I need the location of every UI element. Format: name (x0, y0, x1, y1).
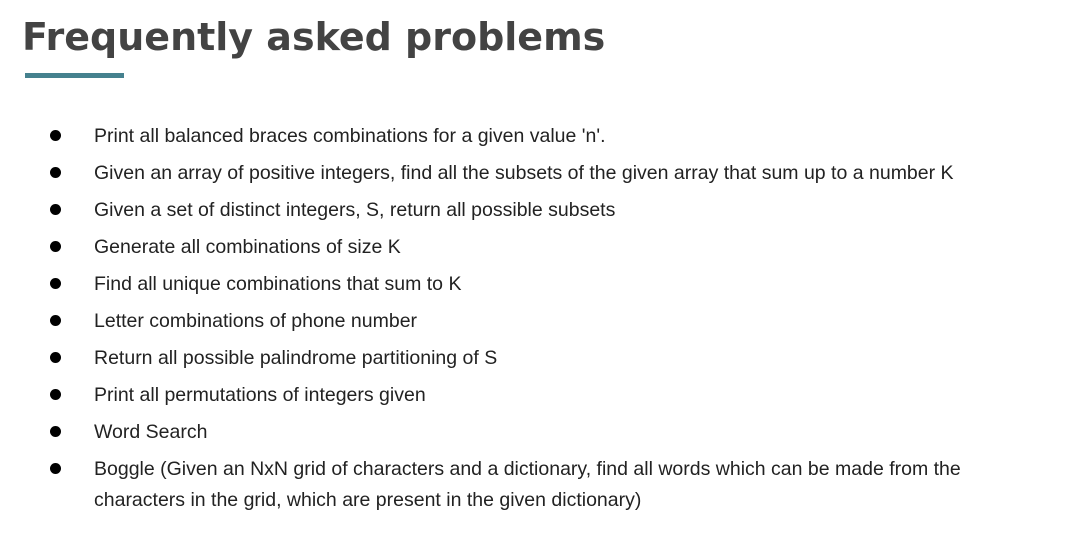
list-item: Given a set of distinct integers, S, ret… (0, 192, 1080, 229)
list-item: Word Search (0, 414, 1080, 451)
list-item: Find all unique combinations that sum to… (0, 266, 1080, 303)
problem-list: Print all balanced braces combinations f… (0, 118, 1080, 516)
list-item-text: Print all permutations of integers given (94, 384, 426, 406)
list-item-text: Letter combinations of phone number (94, 310, 418, 332)
bullet-icon (50, 278, 61, 289)
list-item-text: Word Search (94, 421, 208, 443)
bullet-icon (50, 389, 61, 400)
list-item: Given an array of positive integers, fin… (0, 155, 1080, 192)
list-item-text: Return all possible palindrome partition… (94, 347, 498, 369)
list-item: Boggle (Given an NxN grid of characters … (0, 451, 1080, 516)
bullet-icon (50, 204, 61, 215)
slide: Frequently asked problems Print all bala… (0, 0, 1080, 555)
list-item-text: Given a set of distinct integers, S, ret… (94, 199, 616, 221)
list-item: Return all possible palindrome partition… (0, 340, 1080, 377)
page-title: Frequently asked problems (22, 15, 606, 59)
bullet-icon (50, 167, 61, 178)
bullet-icon (50, 315, 61, 326)
list-item-text: Given an array of positive integers, fin… (94, 162, 954, 184)
bullet-icon (50, 463, 61, 474)
list-item: Letter combinations of phone number (0, 303, 1080, 340)
bullet-icon (50, 352, 61, 363)
list-item-text: Find all unique combinations that sum to… (94, 273, 462, 295)
bullet-icon (50, 130, 61, 141)
list-item-text: Print all balanced braces combinations f… (94, 125, 606, 147)
list-item-text: Boggle (Given an NxN grid of characters … (94, 458, 961, 511)
bullet-icon (50, 426, 61, 437)
list-item: Generate all combinations of size K (0, 229, 1080, 266)
list-item-text: Generate all combinations of size K (94, 236, 401, 258)
bullet-icon (50, 241, 61, 252)
list-item: Print all balanced braces combinations f… (0, 118, 1080, 155)
title-underline (25, 73, 124, 78)
list-item: Print all permutations of integers given (0, 377, 1080, 414)
